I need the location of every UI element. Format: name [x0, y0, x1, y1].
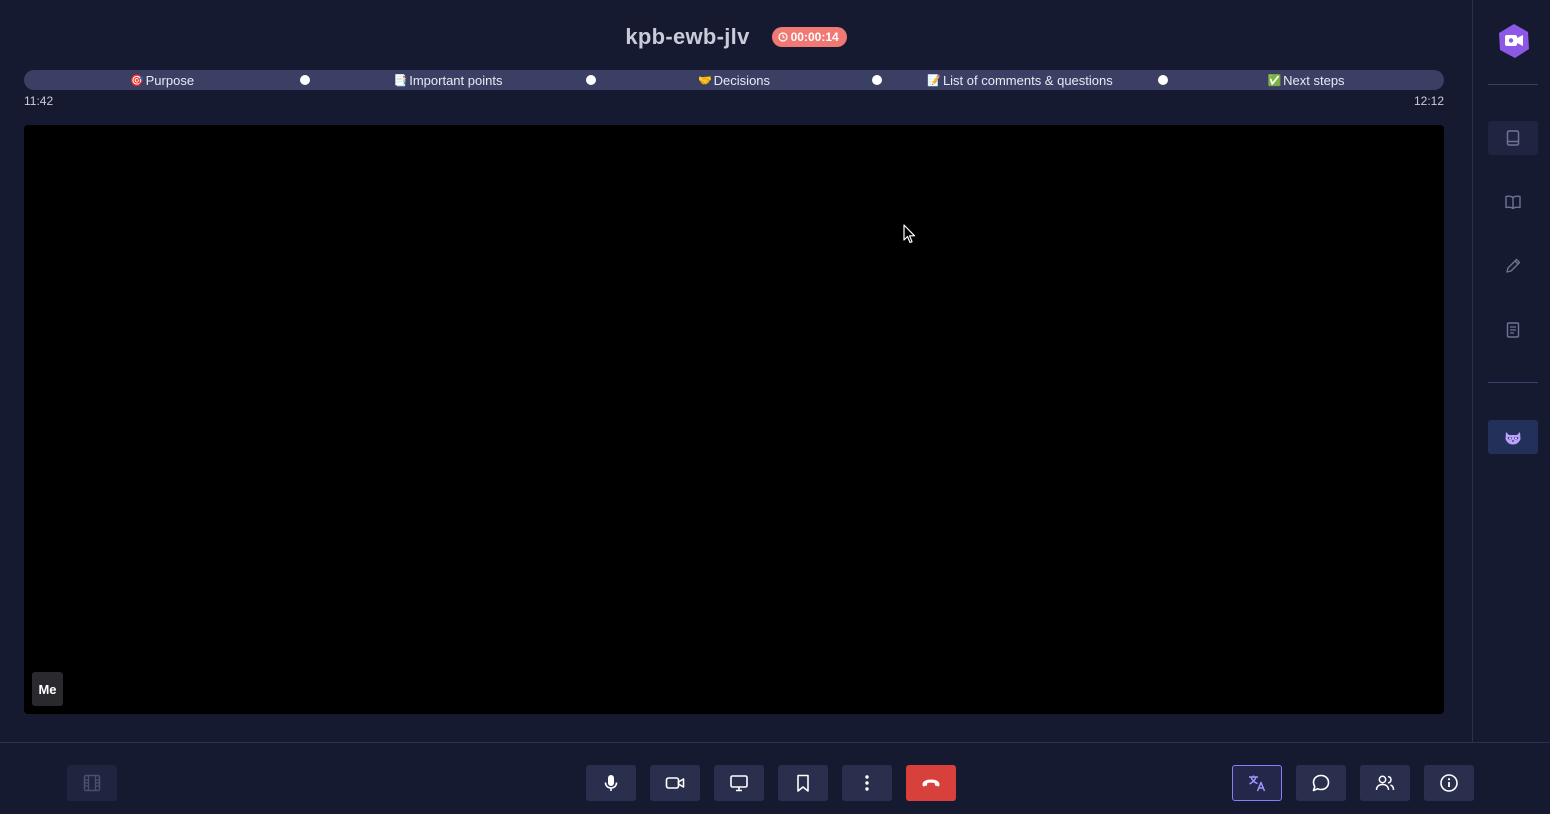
- screen-share-button[interactable]: [714, 765, 764, 801]
- sidebar-assistant-button[interactable]: [1488, 420, 1538, 454]
- agenda-start-time: 11:42: [24, 94, 54, 108]
- agenda-separator-dot: [872, 75, 882, 85]
- agenda-item-comments-questions[interactable]: 📝 List of comments & questions: [882, 73, 1158, 88]
- memo-icon: 📝: [927, 74, 941, 87]
- camera-icon: [665, 777, 685, 789]
- participants-button[interactable]: [1360, 765, 1410, 801]
- target-icon: 🎯: [129, 74, 144, 87]
- screen-share-icon: [730, 775, 748, 792]
- bookmark-tabs-icon: 📑: [393, 74, 408, 87]
- call-controls-bar: [0, 742, 1550, 814]
- participants-icon: [1375, 775, 1395, 791]
- hangup-icon: [922, 779, 940, 787]
- mouse-cursor-icon: [903, 224, 916, 244]
- handshake-icon: 🤝: [697, 74, 712, 87]
- camera-button[interactable]: [650, 765, 700, 801]
- agenda-item-label: Purpose: [145, 72, 195, 88]
- agenda-item-next-steps[interactable]: ✅ Next steps: [1168, 73, 1444, 88]
- meeting-timer-badge: 00:00:14: [771, 27, 847, 47]
- filmstrip-button[interactable]: [67, 765, 117, 801]
- agenda-progress-bar[interactable]: 🎯 Purpose 📑 Important points 🤝 Decisions…: [24, 70, 1444, 90]
- agenda-item-label: Important points: [409, 72, 503, 88]
- agenda-item-label: Decisions: [713, 72, 771, 88]
- sidebar-pencil-button[interactable]: [1488, 249, 1538, 283]
- app-logo-icon[interactable]: [1496, 23, 1532, 59]
- agenda-item-purpose[interactable]: 🎯 Purpose: [24, 73, 300, 88]
- right-sidebar: [1472, 0, 1550, 742]
- self-video-tile[interactable]: Me: [24, 125, 1444, 714]
- agenda-item-label: List of comments & questions: [942, 72, 1113, 88]
- info-button[interactable]: [1424, 765, 1474, 801]
- sidebar-divider: [1488, 84, 1538, 85]
- microphone-icon: [604, 775, 618, 791]
- more-options-button[interactable]: [842, 765, 892, 801]
- check-mark-icon: ✅: [1267, 74, 1282, 87]
- agenda-separator-dot: [300, 75, 310, 85]
- self-name-tag: Me: [32, 672, 63, 706]
- chat-icon: [1312, 774, 1330, 792]
- pencil-icon: [1506, 258, 1521, 273]
- sidebar-notebook-button[interactable]: [1488, 121, 1538, 155]
- bookmark-icon: [797, 774, 809, 792]
- notebook-icon: [1506, 130, 1520, 146]
- meeting-timer: 00:00:14: [790, 30, 839, 44]
- meeting-main: kpb-ewb-jlv 00:00:14 🎯 Purpose 📑 Importa…: [0, 0, 1472, 742]
- agenda-item-label: Next steps: [1283, 72, 1345, 88]
- clipboard-icon: [1506, 322, 1520, 338]
- agenda-item-decisions[interactable]: 🤝 Decisions: [596, 73, 872, 88]
- clock-icon: [778, 32, 788, 42]
- agenda-end-time: 12:12: [1413, 94, 1444, 108]
- more-vertical-icon: [865, 775, 869, 791]
- book-open-icon: [1505, 195, 1521, 210]
- raccoon-assistant-icon: [1505, 432, 1521, 445]
- sidebar-divider: [1488, 382, 1538, 383]
- hangup-button[interactable]: [906, 765, 956, 801]
- info-icon: [1440, 774, 1458, 792]
- sidebar-book-button[interactable]: [1488, 185, 1538, 219]
- bookmark-button[interactable]: [778, 765, 828, 801]
- film-icon: [83, 774, 101, 792]
- title-row: kpb-ewb-jlv 00:00:14: [0, 22, 1472, 52]
- translate-icon: [1249, 775, 1266, 792]
- translate-button[interactable]: [1232, 765, 1282, 801]
- agenda-item-important-points[interactable]: 📑 Important points: [310, 73, 586, 88]
- room-name: kpb-ewb-jlv: [625, 24, 750, 49]
- agenda-separator-dot: [586, 75, 596, 85]
- sidebar-clipboard-button[interactable]: [1488, 313, 1538, 347]
- agenda-separator-dot: [1158, 75, 1168, 85]
- chat-button[interactable]: [1296, 765, 1346, 801]
- microphone-button[interactable]: [586, 765, 636, 801]
